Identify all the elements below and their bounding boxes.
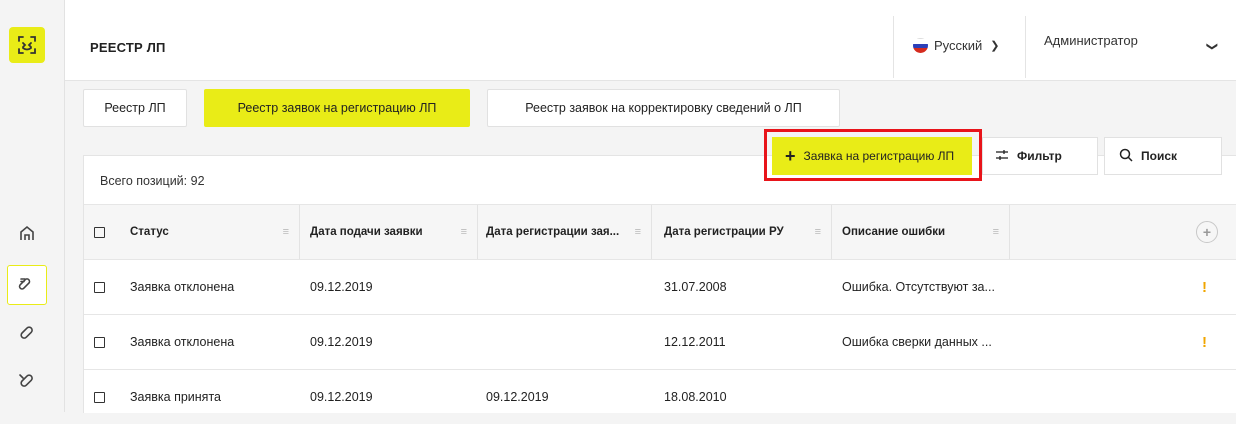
- language-select[interactable]: Русский ❯: [913, 38, 999, 53]
- cell-status: Заявка отклонена: [130, 335, 235, 349]
- sort-icon: ≡: [282, 226, 289, 238]
- column-header-ru-date[interactable]: Дата регистрации РУ ≡: [652, 205, 832, 259]
- page-title: РЕЕСТР ЛП: [90, 40, 166, 55]
- table-panel: Всего позиций: 92 Статус ≡ Дата подачи за…: [83, 155, 1236, 413]
- sort-icon: ≡: [992, 226, 999, 238]
- tab-registration-requests[interactable]: Реестр заявок на регистрацию ЛП: [204, 89, 470, 127]
- language-label: Русский: [934, 38, 983, 53]
- column-header-submitted[interactable]: Дата подачи заявки ≡: [300, 205, 478, 259]
- tab-registry[interactable]: Реестр ЛП: [83, 89, 187, 127]
- pill-icon[interactable]: [7, 313, 47, 353]
- table-header: Статус ≡ Дата подачи заявки ≡ Дата регистр…: [84, 204, 1236, 259]
- table-row[interactable]: Заявка отклонена 09.12.2019 12.12.2011 О…: [84, 314, 1236, 369]
- total-count: Всего позиций: 92: [100, 174, 205, 188]
- table-row[interactable]: Заявка отклонена 09.12.2019 31.07.2008 О…: [84, 259, 1236, 314]
- warning-icon[interactable]: !: [1202, 315, 1207, 369]
- filter-button[interactable]: Фильтр: [982, 137, 1098, 175]
- sort-icon: ≡: [814, 226, 821, 238]
- column-header-status[interactable]: Статус ≡: [120, 205, 300, 259]
- add-column-button[interactable]: +: [1192, 205, 1222, 259]
- home-icon[interactable]: [7, 213, 47, 253]
- cell-status: Заявка принята: [130, 390, 221, 404]
- cell-submitted: 09.12.2019: [310, 280, 373, 294]
- plus-icon: +: [1196, 221, 1218, 243]
- logo-icon[interactable]: [9, 27, 45, 63]
- header: РЕЕСТР ЛП Русский ❯ Администратор ❯: [65, 0, 1236, 81]
- cell-error: Ошибка сверки данных ...: [842, 335, 992, 349]
- column-header-error[interactable]: Описание ошибки ≡: [832, 205, 1010, 259]
- row-checkbox[interactable]: [94, 315, 124, 369]
- table-row[interactable]: Заявка принята 09.12.2019 09.12.2019 18.…: [84, 369, 1236, 424]
- search-button[interactable]: Поиск: [1104, 137, 1222, 175]
- plus-icon: +: [785, 146, 796, 166]
- row-checkbox[interactable]: [94, 370, 124, 424]
- user-name[interactable]: Администратор: [1044, 33, 1138, 48]
- column-header-registered[interactable]: Дата регистрации зая... ≡: [478, 205, 652, 259]
- pill-list-icon[interactable]: [7, 265, 47, 305]
- cell-ru-date: 31.07.2008: [664, 280, 727, 294]
- tab-correction-requests[interactable]: Реестр заявок на корректировку сведений …: [487, 89, 840, 127]
- cell-submitted: 09.12.2019: [310, 335, 373, 349]
- russia-flag-icon: [913, 38, 928, 53]
- cell-error: Ошибка. Отсутствуют за...: [842, 280, 995, 294]
- pill-cancel-icon[interactable]: [7, 361, 47, 401]
- sort-icon: ≡: [460, 226, 467, 238]
- row-checkbox[interactable]: [94, 260, 124, 314]
- cell-submitted: 09.12.2019: [310, 390, 373, 404]
- cell-ru-date: 12.12.2011: [664, 335, 726, 349]
- sidebar: [0, 0, 65, 412]
- header-divider: [893, 16, 894, 78]
- filter-icon: [995, 149, 1009, 164]
- cell-ru-date: 18.08.2010: [664, 390, 727, 404]
- new-registration-request-button[interactable]: + Заявка на регистрацию ЛП: [772, 137, 972, 175]
- search-label: Поиск: [1141, 149, 1178, 163]
- filter-label: Фильтр: [1017, 149, 1062, 163]
- warning-icon[interactable]: !: [1202, 260, 1207, 314]
- cell-status: Заявка отклонена: [130, 280, 235, 294]
- header-divider: [1025, 16, 1026, 78]
- cell-registered: 09.12.2019: [486, 390, 549, 404]
- search-icon: [1119, 148, 1133, 165]
- chevron-down-icon: ❯: [990, 40, 1000, 52]
- sort-icon: ≡: [634, 226, 641, 238]
- new-request-label: Заявка на регистрацию ЛП: [803, 149, 955, 163]
- data-table: Статус ≡ Дата подачи заявки ≡ Дата регистр…: [84, 204, 1236, 424]
- chevron-down-icon[interactable]: ❯: [1206, 42, 1219, 51]
